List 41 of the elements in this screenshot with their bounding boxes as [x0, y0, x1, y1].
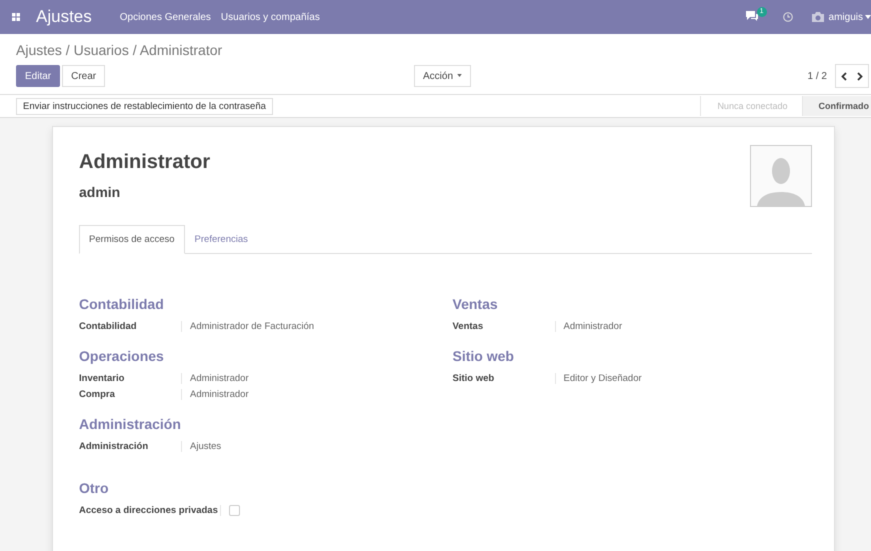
field-label: Contabilidad: [79, 320, 182, 332]
field-value: Administrador de Facturación: [190, 320, 314, 332]
reset-password-button[interactable]: Enviar instrucciones de restablecimiento de la contraseña: [16, 98, 273, 114]
clock-icon[interactable]: [782, 12, 793, 22]
field-value: Editor y Diseñador: [564, 372, 642, 384]
section-title: Otro: [79, 480, 110, 496]
field-label: Acceso a direcciones privadas: [79, 504, 221, 516]
field-label: Ventas: [452, 320, 556, 332]
section-title: Operaciones: [79, 348, 165, 364]
record-name: Administrator: [79, 151, 210, 174]
create-button[interactable]: Crear: [62, 65, 106, 87]
caret-icon: [865, 15, 871, 19]
field-label: Inventario: [79, 372, 182, 384]
pager-count: 1 / 2: [808, 70, 827, 82]
section-title: Administración: [79, 416, 182, 432]
section-title: Sitio web: [452, 348, 515, 364]
field-value: Administrador: [190, 372, 249, 384]
breadcrumb: Ajustes / Usuarios / Administrator: [16, 42, 224, 58]
action-dropdown[interactable]: Acción: [414, 65, 471, 87]
field-label: Sitio web: [452, 372, 556, 384]
section-title: Contabilidad: [79, 296, 165, 312]
chat-icon[interactable]: [744, 10, 759, 22]
camera-icon[interactable]: [810, 11, 825, 23]
edit-button[interactable]: Editar: [16, 65, 60, 87]
tab[interactable]: Preferencias: [184, 225, 258, 254]
field-label: Administración: [79, 440, 182, 452]
field-value: Ajustes: [190, 440, 222, 452]
field-value: Administrador: [564, 320, 622, 332]
user-menu[interactable]: amiguis: [828, 12, 863, 22]
status-stage[interactable]: Confirmado: [802, 96, 871, 116]
caret-icon: [457, 74, 462, 78]
field-value: Administrador: [190, 388, 249, 400]
section-title: Ventas: [452, 296, 499, 312]
checkbox[interactable]: [228, 504, 240, 516]
app-title[interactable]: Ajustes: [36, 7, 92, 27]
tab[interactable]: Permisos de acceso: [79, 225, 185, 254]
field-label: Compra: [79, 388, 182, 400]
record-login: admin: [79, 184, 122, 200]
menu-item[interactable]: Usuarios y compañías: [220, 12, 320, 22]
apps-grid-icon[interactable]: [12, 13, 20, 21]
menu-item[interactable]: Opciones Generales: [120, 12, 211, 22]
